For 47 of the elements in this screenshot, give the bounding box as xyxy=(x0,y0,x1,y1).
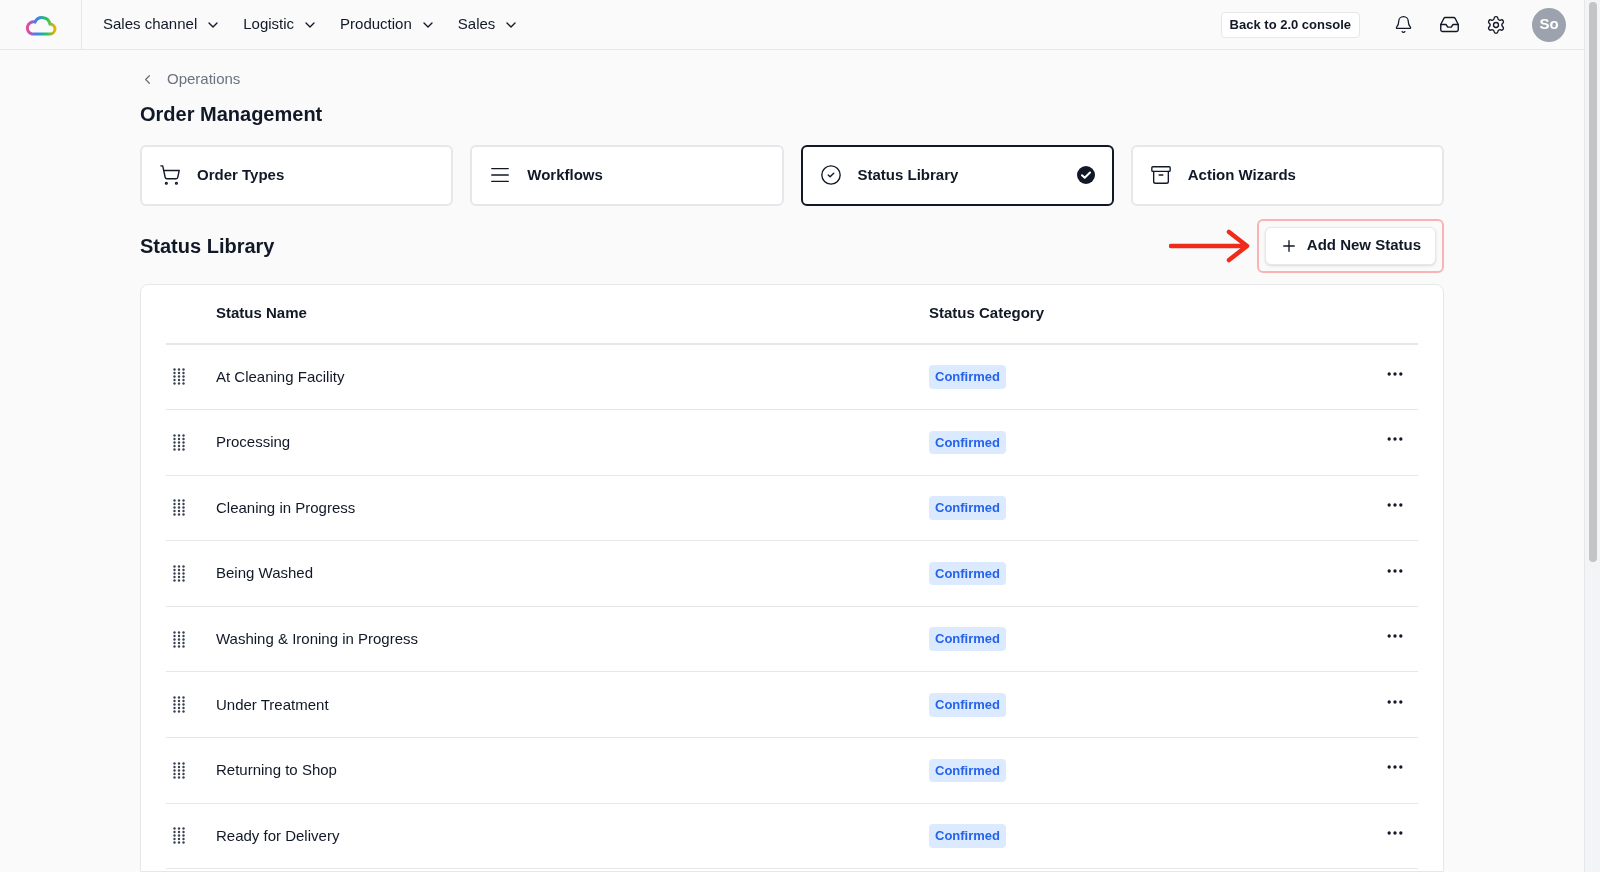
status-name: Washing & Ironing in Progress xyxy=(216,628,420,649)
status-name: Returning to Shop xyxy=(216,760,338,781)
column-header: Status Category xyxy=(929,303,1045,324)
nav-menu[interactable]: Logistic xyxy=(243,13,319,36)
selected-check-icon xyxy=(1076,166,1095,184)
scrollbar[interactable] xyxy=(1584,0,1600,872)
column-header: Status Name xyxy=(216,303,308,324)
category-badge: Confirmed xyxy=(929,365,1006,389)
tab[interactable]: Order Types xyxy=(140,144,454,206)
drag-handle-icon[interactable] xyxy=(173,630,186,648)
nav-menu[interactable]: Sales channel xyxy=(103,13,222,36)
drag-handle-icon[interactable] xyxy=(173,696,186,714)
console-button[interactable]: Back to 2.0 console xyxy=(1220,11,1360,38)
page-title: Order Management xyxy=(140,101,324,127)
drag-handle-icon[interactable] xyxy=(173,761,186,779)
nav-menu[interactable]: Sales xyxy=(457,13,520,36)
status-name: Ready for Delivery xyxy=(216,825,341,846)
category-badge: Confirmed xyxy=(929,430,1006,455)
status-name: Being Washed xyxy=(216,563,314,584)
status-name: Processing xyxy=(216,432,292,453)
settings-icon[interactable] xyxy=(1486,14,1506,35)
drag-handle-icon[interactable] xyxy=(173,565,186,583)
status-name: Cleaning in Progress xyxy=(216,497,357,518)
section-title: Status Library xyxy=(140,233,275,259)
check-circle-icon xyxy=(819,164,842,186)
drag-handle-icon[interactable] xyxy=(173,368,186,386)
inbox-icon[interactable] xyxy=(1439,14,1460,35)
category-badge: Confirmed xyxy=(929,693,1006,717)
status-name: At Cleaning Facility xyxy=(216,366,346,387)
category-badge: Confirmed xyxy=(929,627,1006,651)
breadcrumb-link[interactable]: Operations xyxy=(140,68,241,91)
tab[interactable]: Workflows xyxy=(470,144,784,206)
category-badge: Confirmed xyxy=(929,758,1006,783)
bell-icon[interactable] xyxy=(1394,15,1413,34)
nav-menu[interactable]: Production xyxy=(340,13,436,36)
category-badge: Confirmed xyxy=(929,496,1006,520)
cart-icon xyxy=(159,164,181,186)
category-badge: Confirmed xyxy=(929,824,1006,848)
category-badge: Confirmed xyxy=(929,561,1006,586)
drag-handle-icon[interactable] xyxy=(173,827,186,845)
tab[interactable]: Status Library xyxy=(800,144,1114,206)
tab[interactable]: Action Wizards xyxy=(1130,144,1444,206)
add-status-button[interactable]: Add New Status xyxy=(1264,226,1436,265)
drag-handle-icon[interactable] xyxy=(173,499,186,517)
status-name: Under Treatment xyxy=(216,694,330,715)
drag-handle-icon[interactable] xyxy=(173,433,186,451)
archive-icon xyxy=(1149,164,1172,186)
